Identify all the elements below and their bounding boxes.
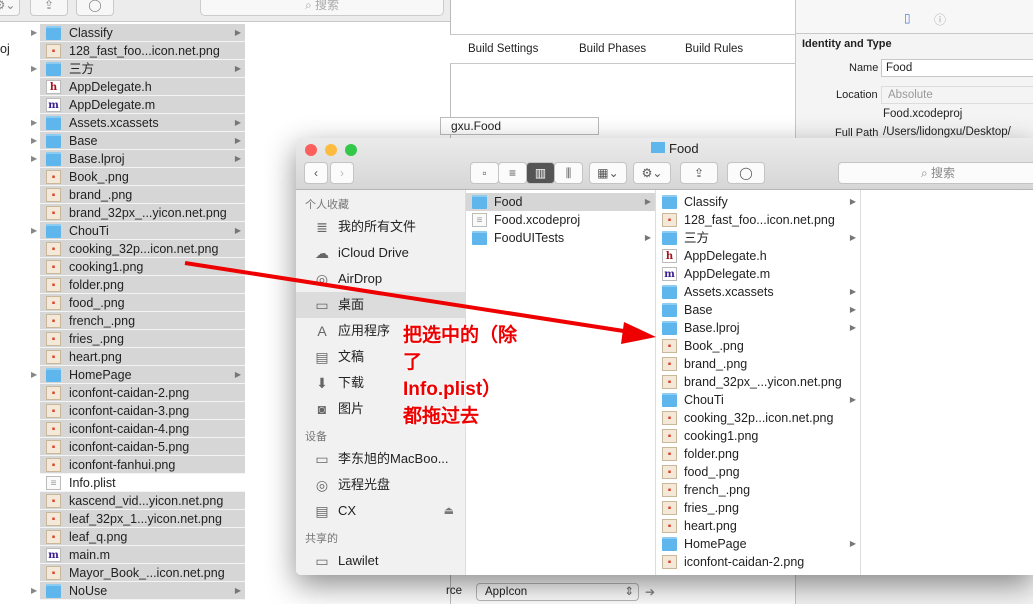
annotation-arrow <box>184 261 656 344</box>
annotation-line: 了 <box>403 352 423 373</box>
annotation-line: 把选中的（除 <box>403 325 518 346</box>
annotation-line: 都拖过去 <box>403 406 480 427</box>
annotation-line: Info.plist） <box>403 379 502 400</box>
arrow-head <box>621 322 656 344</box>
annotation-text: 把选中的（除 了 Info.plist） 都拖过去 <box>403 322 517 430</box>
